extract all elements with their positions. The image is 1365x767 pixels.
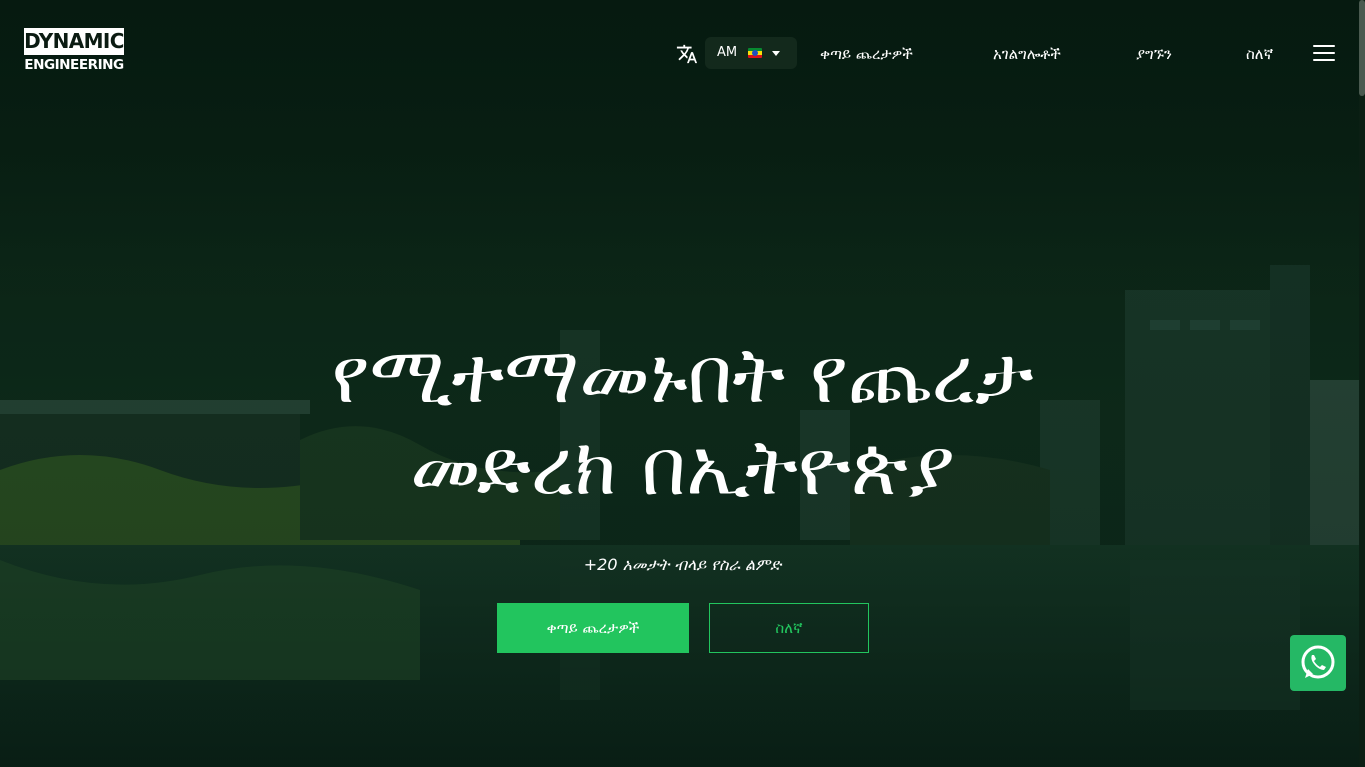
hero-title-line-2: መድረክ በኢትዮጵያ: [410, 423, 955, 513]
brand-logo[interactable]: DYNAMIC ENGINEERING: [24, 28, 124, 76]
top-navbar: DYNAMIC ENGINEERING AM ቀጣይ ጨረታዎች አገልግሎቶች…: [0, 0, 1359, 106]
page-scrollbar[interactable]: [1359, 0, 1365, 767]
about-us-button[interactable]: ስለኛ: [709, 603, 869, 653]
chevron-down-icon: [772, 51, 780, 56]
hamburger-menu-icon[interactable]: [1313, 44, 1335, 62]
nav-upcoming-tenders[interactable]: ቀጣይ ጨረታዎች: [820, 43, 913, 65]
nav-about[interactable]: ስለኛ: [1246, 43, 1273, 65]
language-code: AM: [717, 45, 738, 60]
hero-title-line-1: የሚተማመኑበት የጨረታ: [331, 331, 1034, 421]
ethiopia-flag: [748, 48, 762, 58]
upcoming-tenders-button[interactable]: ቀጣይ ጨረታዎች: [497, 603, 689, 653]
logo-bottom-text: ENGINEERING: [24, 57, 124, 73]
nav-contact[interactable]: ያግኙን: [1136, 43, 1172, 65]
hero-title: የሚተማመኑበት የጨረታ መድረክ በኢትዮጵያ: [200, 330, 1165, 514]
logo-top-text: DYNAMIC: [24, 28, 124, 55]
nav-services[interactable]: አገልግሎቶች: [993, 43, 1061, 65]
whatsapp-button[interactable]: [1290, 635, 1346, 691]
hero-subtitle: +20 አመታት ብላይ የስራ ልምድ: [583, 555, 782, 574]
whatsapp-icon: [1301, 645, 1335, 679]
language-select[interactable]: AM: [705, 37, 797, 69]
translate-icon[interactable]: [676, 43, 698, 65]
scrollbar-thumb[interactable]: [1359, 0, 1365, 96]
